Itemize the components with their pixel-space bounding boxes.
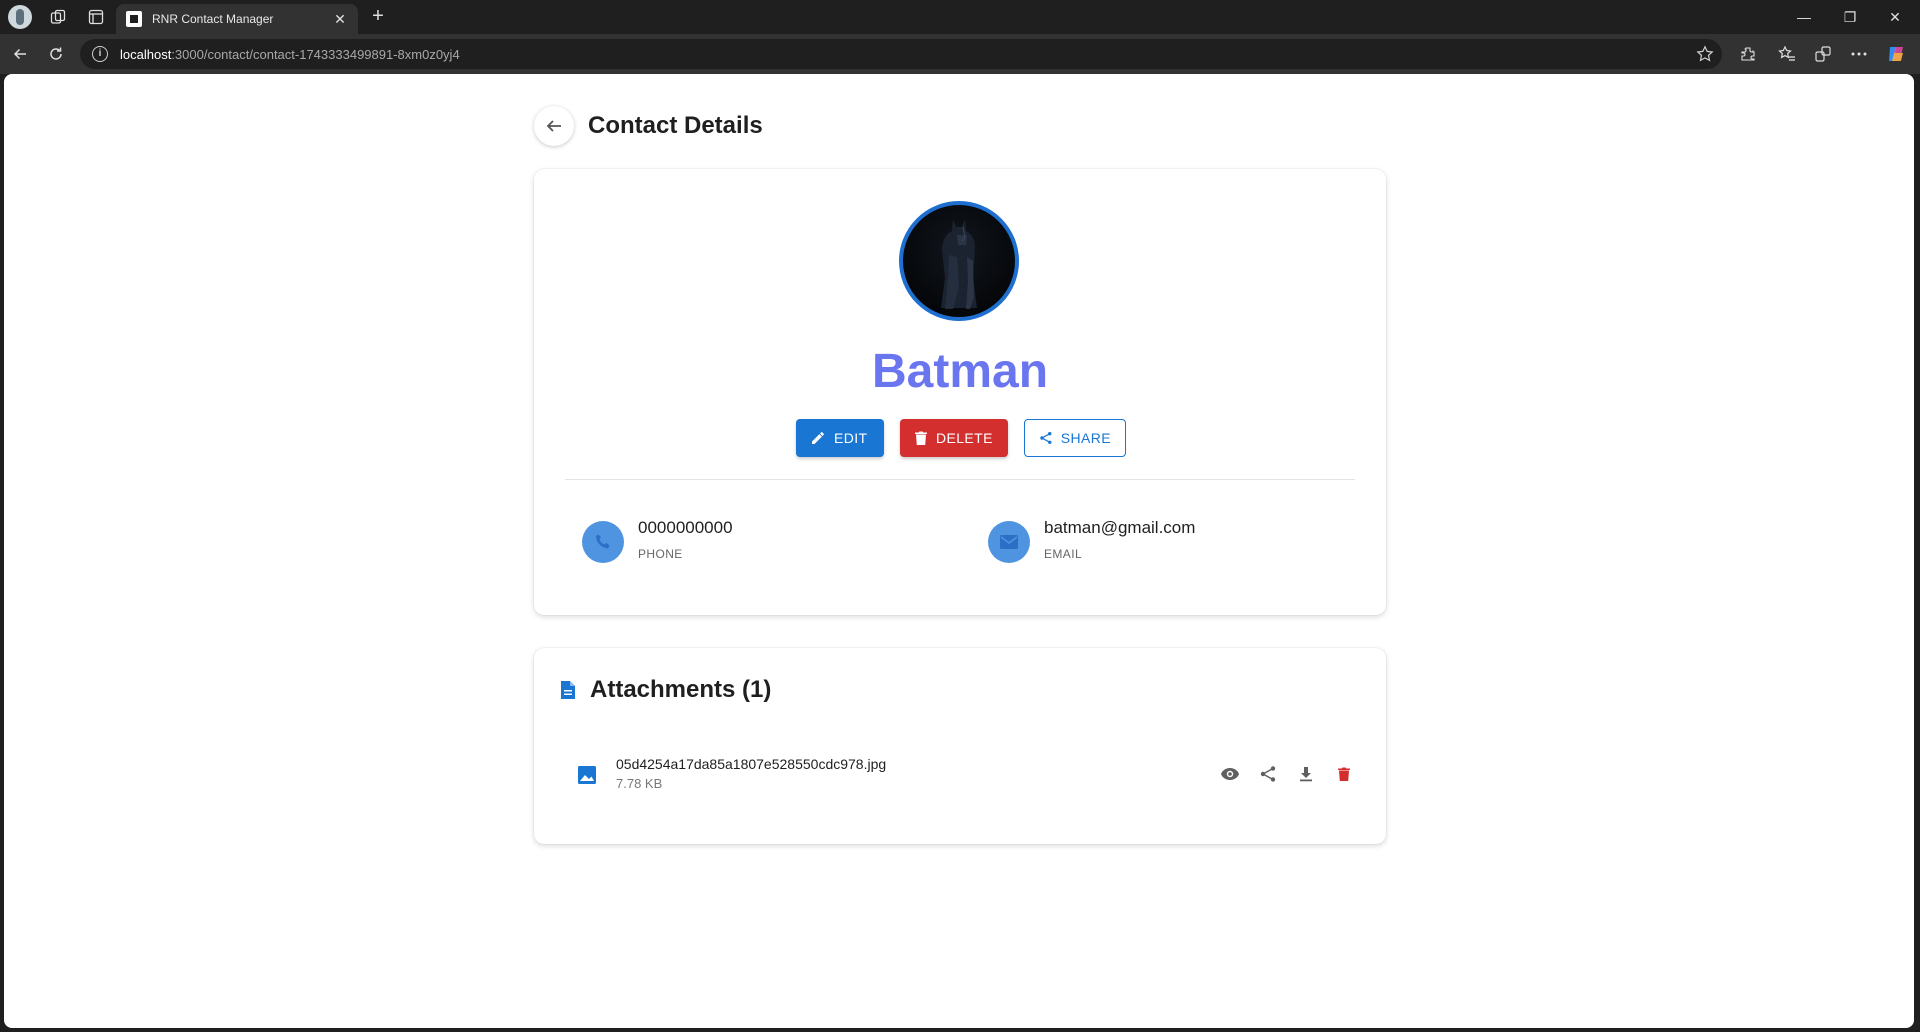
edit-button-label: EDIT [834, 430, 868, 446]
phone-icon [582, 521, 624, 563]
email-icon [988, 521, 1030, 563]
page-title: Contact Details [588, 112, 763, 139]
share-attachment-icon[interactable] [1256, 762, 1280, 786]
page-viewport: Contact Details Batman EDIT DELETE SHARE… [4, 74, 1914, 1028]
site-info-icon[interactable]: i [92, 46, 108, 62]
favorites-icon[interactable] [1777, 44, 1797, 64]
workspaces-icon[interactable] [48, 7, 68, 27]
back-button[interactable] [534, 106, 574, 146]
attachment-item[interactable]: 05d4254a17da85a1807e528550cdc978.jpg 7.7… [554, 740, 1366, 804]
more-options-icon[interactable] [1849, 44, 1869, 64]
browser-toolbar: i localhost:3000/contact/contact-1743333… [0, 34, 1920, 74]
minimize-window-icon[interactable]: — [1795, 8, 1813, 26]
email-label: EMAIL [1044, 547, 1083, 561]
attachments-header: Attachments (1) [560, 676, 771, 704]
pencil-icon [812, 432, 824, 444]
attachment-file-name: 05d4254a17da85a1807e528550cdc978.jpg [616, 756, 887, 772]
email-value: batman@gmail.com [1044, 518, 1196, 537]
edit-button[interactable]: EDIT [796, 419, 884, 457]
profile-avatar[interactable] [8, 5, 32, 29]
avatar-photo-icon [941, 219, 977, 309]
share-button[interactable]: SHARE [1024, 419, 1126, 457]
delete-button-label: DELETE [936, 430, 993, 446]
tab-title: RNR Contact Manager [152, 12, 274, 26]
close-window-icon[interactable]: ✕ [1886, 8, 1904, 26]
phone-value: 0000000000 [638, 518, 733, 537]
tab-favicon-icon [126, 11, 142, 27]
divider [565, 479, 1355, 480]
view-eye-icon[interactable] [1218, 762, 1242, 786]
collections-icon[interactable] [1813, 44, 1833, 64]
delete-button[interactable]: DELETE [900, 419, 1008, 457]
share-button-label: SHARE [1060, 430, 1111, 446]
trash-icon [915, 431, 927, 445]
page-header: Contact Details [534, 104, 763, 148]
browser-tab-active[interactable]: RNR Contact Manager ✕ [116, 4, 358, 34]
favorite-star-icon[interactable] [1696, 45, 1714, 63]
contact-avatar [899, 201, 1019, 321]
arrow-left-icon [546, 120, 561, 132]
attachments-card: Attachments (1) 05d4254a17da85a1807e5285… [534, 648, 1386, 844]
restore-window-icon[interactable]: ❐ [1841, 8, 1859, 26]
share-icon [1040, 431, 1052, 445]
phone-label: PHONE [638, 547, 683, 561]
attachments-title: Attachments (1) [590, 676, 772, 703]
browser-titlebar: RNR Contact Manager ✕ + — ❐ ✕ [0, 0, 1920, 34]
reload-icon[interactable] [46, 44, 66, 64]
contact-card: Batman EDIT DELETE SHARE 0000000000 PHON… [534, 169, 1386, 615]
url-path: :3000/contact/contact-1743333499891-8xm0… [171, 46, 460, 62]
phone-info: 0000000000 PHONE [582, 517, 733, 563]
new-tab-button[interactable]: + [368, 6, 388, 27]
contact-actions: EDIT DELETE SHARE [796, 419, 1142, 457]
extensions-icon[interactable] [1738, 44, 1758, 64]
email-info: batman@gmail.com EMAIL [988, 517, 1195, 563]
document-icon [560, 679, 578, 701]
address-bar[interactable]: i localhost:3000/contact/contact-1743333… [80, 39, 1722, 69]
copilot-icon[interactable] [1886, 44, 1906, 64]
url-host: localhost [120, 46, 172, 62]
back-nav-icon[interactable] [10, 44, 30, 64]
url-text: localhost:3000/contact/contact-174333349… [120, 47, 460, 62]
contact-name: Batman [871, 345, 1049, 398]
image-file-icon [576, 764, 598, 786]
delete-attachment-icon[interactable] [1332, 762, 1356, 786]
tab-close-icon[interactable]: ✕ [332, 11, 348, 28]
attachment-file-size: 7.78 KB [616, 776, 663, 791]
tab-actions-icon[interactable] [86, 7, 106, 27]
download-icon[interactable] [1294, 762, 1318, 786]
